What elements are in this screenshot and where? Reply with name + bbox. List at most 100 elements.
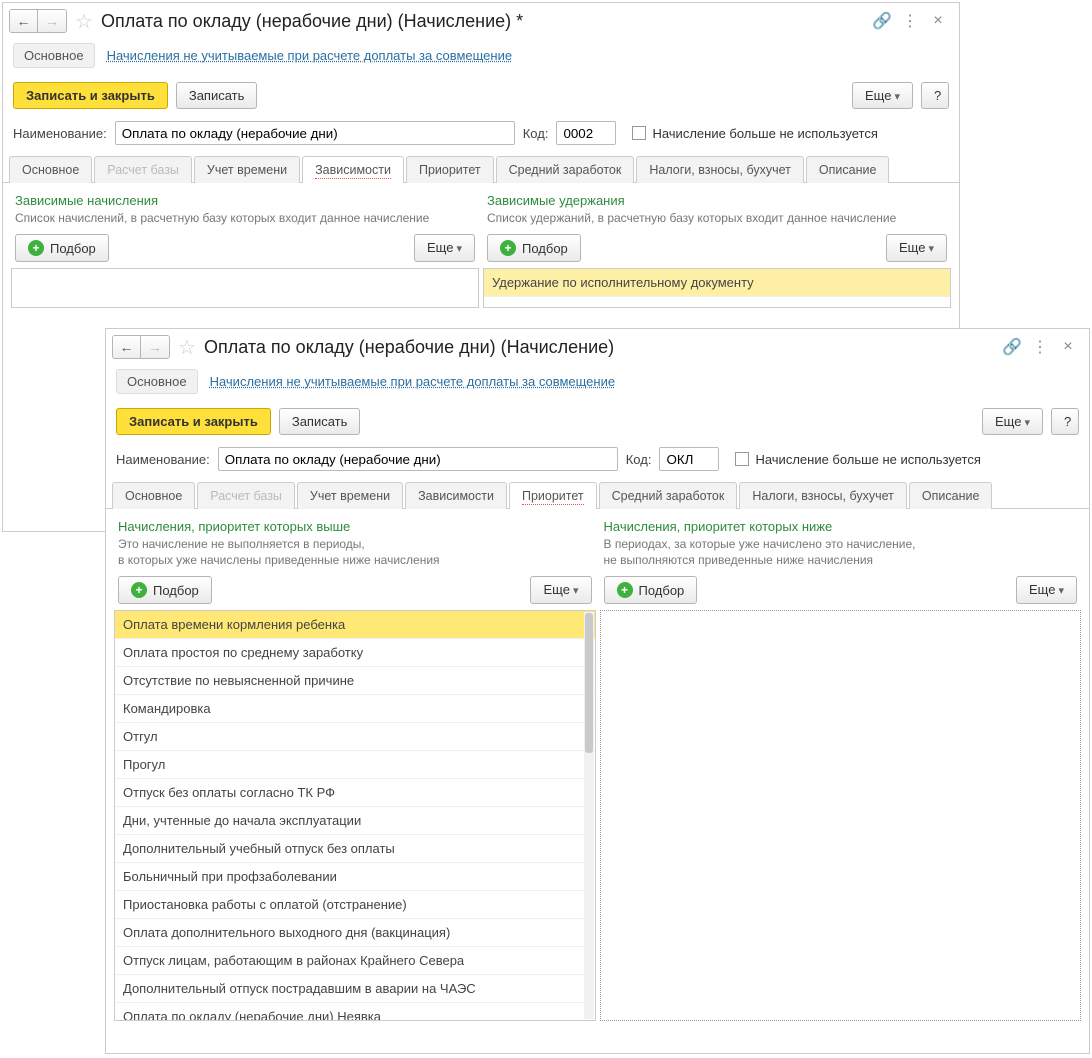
plus-icon: +: [500, 240, 516, 256]
tab-3[interactable]: Зависимости: [405, 482, 507, 509]
subnav-link[interactable]: Начисления не учитываемые при расчете до…: [107, 48, 513, 63]
more-button[interactable]: Еще: [414, 234, 475, 262]
tabs: ОсновноеРасчет базыУчет времениЗависимос…: [106, 481, 1089, 509]
unused-checkbox-wrap[interactable]: Начисление больше не используется: [632, 126, 877, 141]
tab-2[interactable]: Учет времени: [297, 482, 403, 509]
code-input[interactable]: [659, 447, 719, 471]
higher-priority-list[interactable]: Оплата времени кормления ребенкаОплата п…: [114, 610, 596, 1021]
priority-panel: Начисления, приоритет которых выше Это н…: [106, 509, 1089, 1029]
list-item[interactable]: Больничный при профзаболевании: [115, 863, 595, 891]
subnav-main[interactable]: Основное: [13, 43, 95, 68]
toolbar: Записать и закрыть Записать Еще ?: [106, 404, 1089, 445]
save-close-button[interactable]: Записать и закрыть: [13, 82, 168, 109]
link-icon[interactable]: 🔗: [871, 11, 893, 31]
right-col: Зависимые удержания Список удержаний, в …: [483, 191, 951, 308]
tab-6[interactable]: Налоги, взносы, бухучет: [739, 482, 907, 509]
list-item[interactable]: Командировка: [115, 695, 595, 723]
list-item[interactable]: Дополнительный учебный отпуск без оплаты: [115, 835, 595, 863]
tab-4[interactable]: Приоритет: [509, 482, 597, 509]
tab-5[interactable]: Средний заработок: [496, 156, 635, 183]
dep-withholdings-list[interactable]: Удержание по исполнительному документу: [483, 268, 951, 308]
unused-label: Начисление больше не используется: [652, 126, 877, 141]
name-input[interactable]: [115, 121, 515, 145]
favorite-icon[interactable]: ☆: [176, 336, 198, 358]
code-label: Код:: [523, 126, 549, 141]
list-item[interactable]: Оплата простоя по среднему заработку: [115, 639, 595, 667]
more-button[interactable]: Еще: [886, 234, 947, 262]
window-priority: ← → ☆ Оплата по окладу (нерабочие дни) (…: [105, 328, 1090, 1054]
code-input[interactable]: [556, 121, 616, 145]
page-title: Оплата по окладу (нерабочие дни) (Начисл…: [101, 11, 523, 32]
tab-7[interactable]: Описание: [806, 156, 890, 183]
tab-6[interactable]: Налоги, взносы, бухучет: [636, 156, 804, 183]
lower-priority-title: Начисления, приоритет которых ниже: [600, 517, 1082, 536]
list-item[interactable]: Дополнительный отпуск пострадавшим в ава…: [115, 975, 595, 1003]
higher-priority-title: Начисления, приоритет которых выше: [114, 517, 596, 536]
more-button[interactable]: Еще: [1016, 576, 1077, 604]
forward-button[interactable]: →: [141, 336, 169, 358]
tab-0[interactable]: Основное: [9, 156, 92, 183]
close-icon[interactable]: ×: [1057, 338, 1079, 356]
field-row: Наименование: Код: Начисление больше не …: [106, 445, 1089, 481]
more-button[interactable]: Еще: [530, 576, 591, 604]
tab-4[interactable]: Приоритет: [406, 156, 494, 183]
tab-1[interactable]: Расчет базы: [197, 482, 295, 509]
tab-2[interactable]: Учет времени: [194, 156, 300, 183]
pick-button[interactable]: + Подбор: [487, 234, 581, 262]
scrollbar-thumb[interactable]: [585, 613, 593, 753]
save-close-button[interactable]: Записать и закрыть: [116, 408, 271, 435]
plus-icon: +: [617, 582, 633, 598]
subnav-main[interactable]: Основное: [116, 369, 198, 394]
kebab-icon[interactable]: ⋮: [1029, 337, 1051, 357]
unused-label: Начисление больше не используется: [755, 452, 980, 467]
checkbox-icon[interactable]: [735, 452, 749, 466]
back-button[interactable]: ←: [113, 336, 141, 358]
tab-1[interactable]: Расчет базы: [94, 156, 192, 183]
higher-priority-desc: Это начисление не выполняется в периоды,…: [114, 536, 596, 574]
titlebar: ← → ☆ Оплата по окладу (нерабочие дни) (…: [106, 329, 1089, 363]
name-label: Наименование:: [13, 126, 107, 141]
more-button[interactable]: Еще: [982, 408, 1043, 435]
list-item[interactable]: Прогул: [115, 751, 595, 779]
tabs: ОсновноеРасчет базыУчет времениЗависимос…: [3, 155, 959, 183]
code-label: Код:: [626, 452, 652, 467]
pick-button[interactable]: + Подбор: [15, 234, 109, 262]
subnav-link[interactable]: Начисления не учитываемые при расчете до…: [210, 374, 616, 389]
forward-button[interactable]: →: [38, 10, 66, 32]
list-item[interactable]: Оплата времени кормления ребенка: [115, 611, 595, 639]
nav-group: ← →: [112, 335, 170, 359]
list-item[interactable]: Отгул: [115, 723, 595, 751]
pick-button[interactable]: + Подбор: [118, 576, 212, 604]
list-item[interactable]: Удержание по исполнительному документу: [484, 269, 950, 297]
favorite-icon[interactable]: ☆: [73, 10, 95, 32]
tab-0[interactable]: Основное: [112, 482, 195, 509]
tab-3[interactable]: Зависимости: [302, 156, 404, 183]
field-row: Наименование: Код: Начисление больше не …: [3, 119, 959, 155]
close-icon[interactable]: ×: [927, 12, 949, 30]
lower-priority-list[interactable]: [600, 610, 1082, 1021]
tab-7[interactable]: Описание: [909, 482, 993, 509]
back-button[interactable]: ←: [10, 10, 38, 32]
tab-5[interactable]: Средний заработок: [599, 482, 738, 509]
checkbox-icon[interactable]: [632, 126, 646, 140]
scrollbar[interactable]: [584, 612, 594, 1019]
help-button[interactable]: ?: [1051, 408, 1079, 435]
list-item[interactable]: Дни, учтенные до начала эксплуатации: [115, 807, 595, 835]
help-button[interactable]: ?: [921, 82, 949, 109]
pick-button[interactable]: + Подбор: [604, 576, 698, 604]
dep-accruals-list[interactable]: [11, 268, 479, 308]
list-item[interactable]: Оплата по окладу (нерабочие дни) Неявка: [115, 1003, 595, 1021]
link-icon[interactable]: 🔗: [1001, 337, 1023, 357]
kebab-icon[interactable]: ⋮: [899, 11, 921, 31]
more-button[interactable]: Еще: [852, 82, 913, 109]
nav-group: ← →: [9, 9, 67, 33]
list-item[interactable]: Отсутствие по невыясненной причине: [115, 667, 595, 695]
unused-checkbox-wrap[interactable]: Начисление больше не используется: [735, 452, 980, 467]
list-item[interactable]: Отпуск лицам, работающим в районах Крайн…: [115, 947, 595, 975]
save-button[interactable]: Записать: [176, 82, 258, 109]
name-input[interactable]: [218, 447, 618, 471]
list-item[interactable]: Приостановка работы с оплатой (отстранен…: [115, 891, 595, 919]
list-item[interactable]: Отпуск без оплаты согласно ТК РФ: [115, 779, 595, 807]
list-item[interactable]: Оплата дополнительного выходного дня (ва…: [115, 919, 595, 947]
save-button[interactable]: Записать: [279, 408, 361, 435]
